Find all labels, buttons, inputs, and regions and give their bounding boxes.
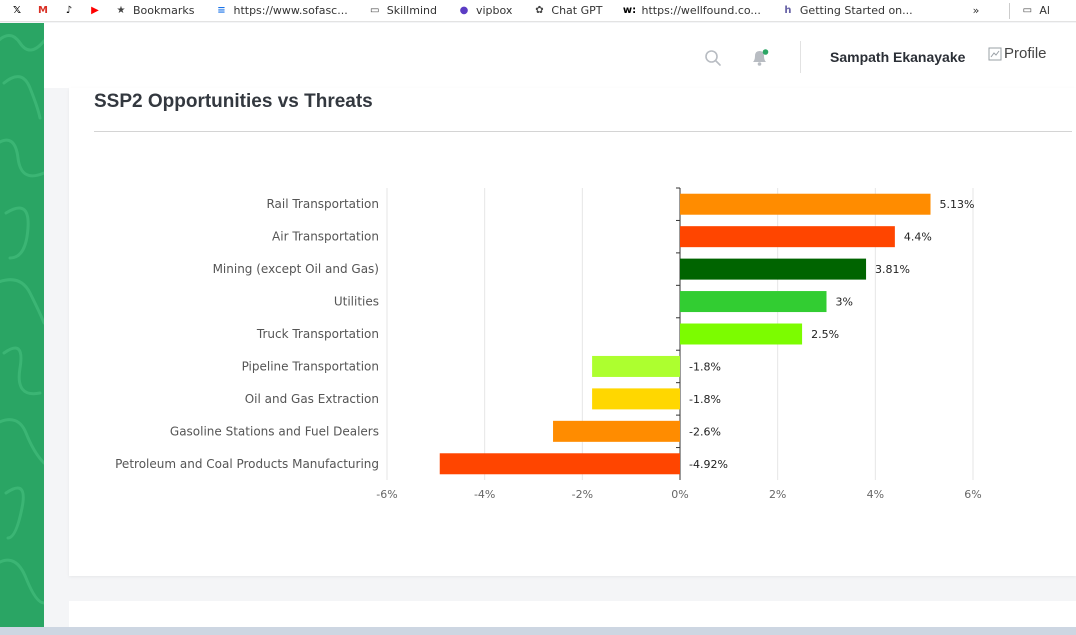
notification-bell-icon[interactable] bbox=[750, 48, 772, 72]
x-tick-label: 2% bbox=[769, 488, 786, 501]
x-tick-label: -6% bbox=[376, 488, 397, 501]
bookmark-label: Chat GPT bbox=[551, 4, 603, 17]
search-icon[interactable] bbox=[704, 49, 722, 71]
heroku-icon: h bbox=[784, 5, 792, 16]
top-header: Sampath Ekanayake Profile bbox=[44, 23, 1076, 88]
bar bbox=[553, 420, 680, 442]
bookmark-item[interactable]: ♪ bbox=[62, 4, 76, 18]
bar bbox=[680, 193, 931, 215]
bar bbox=[680, 226, 895, 248]
bookmark-item[interactable]: ★ Bookmarks bbox=[114, 4, 195, 18]
category-label: Gasoline Stations and Fuel Dealers bbox=[170, 424, 379, 438]
chart-card: SSP2 Opportunities vs Threats -6% -4% -2% 0… bbox=[69, 88, 1076, 576]
bar bbox=[680, 291, 827, 313]
bookmark-item[interactable]: ▶ bbox=[88, 4, 102, 18]
bookmarks-bar: 𝕏 M ♪ ▶ ★ Bookmarks ≡ https://www.sofasc... ▭ Ski… bbox=[0, 0, 1076, 22]
x-tick-label: -4% bbox=[474, 488, 495, 501]
bookmarks-overflow-button[interactable]: » bbox=[973, 4, 980, 17]
youtube-icon: ▶ bbox=[91, 5, 99, 16]
openai-icon: ✿ bbox=[535, 5, 544, 16]
bookmark-item[interactable]: M bbox=[36, 4, 50, 18]
data-label: -1.8% bbox=[689, 393, 721, 406]
star-icon: ★ bbox=[116, 5, 126, 16]
sidebar-pattern bbox=[0, 34, 44, 605]
data-label: 5.13% bbox=[940, 198, 975, 211]
category-label: Truck Transportation bbox=[256, 327, 379, 341]
folder-icon: ▭ bbox=[369, 5, 380, 16]
bar bbox=[592, 388, 680, 410]
category-label: Air Transportation bbox=[272, 230, 379, 244]
opportunities-threats-chart: -6% -4% -2% 0% 2% 4% 6% Rail Transportation 5.13… bbox=[115, 187, 982, 501]
category-label: Mining (except Oil and Gas) bbox=[213, 262, 379, 276]
broken-image-icon bbox=[988, 47, 1002, 60]
bookmark-label: Getting Started on... bbox=[799, 4, 913, 17]
x-tick-label: 6% bbox=[964, 488, 981, 501]
category-label: Utilities bbox=[334, 295, 379, 309]
profile-image[interactable]: Profile bbox=[988, 45, 1047, 62]
tiktok-icon: ♪ bbox=[65, 5, 73, 16]
bookmark-item[interactable]: ▭ Skillmind bbox=[368, 4, 437, 18]
category-label: Rail Transportation bbox=[266, 197, 379, 211]
category-label: Petroleum and Coal Products Manufacturin… bbox=[115, 457, 379, 471]
bookmark-item[interactable]: 𝕏 bbox=[10, 4, 24, 18]
user-name[interactable]: Sampath Ekanayake bbox=[830, 49, 965, 65]
x-logo-icon: 𝕏 bbox=[12, 5, 22, 16]
x-tick-label: 4% bbox=[867, 488, 884, 501]
bookmark-item[interactable]: ● vipbox bbox=[457, 4, 513, 18]
site-icon: ≡ bbox=[217, 5, 226, 16]
bookmark-label: Bookmarks bbox=[133, 4, 195, 17]
bookmark-label: Skillmind bbox=[386, 4, 437, 17]
bookmark-item[interactable]: ✿ Chat GPT bbox=[532, 4, 602, 18]
bookmark-label: https://wellfound.co... bbox=[641, 4, 761, 17]
header-divider bbox=[800, 41, 801, 73]
data-label: 3.81% bbox=[875, 263, 910, 276]
profile-alt-text: Profile bbox=[1004, 45, 1047, 62]
sidebar bbox=[0, 23, 44, 627]
bar bbox=[439, 453, 680, 475]
bar bbox=[680, 258, 867, 280]
data-label: -2.6% bbox=[689, 425, 721, 438]
category-label: Pipeline Transportation bbox=[242, 359, 379, 373]
data-label: 3% bbox=[836, 296, 853, 309]
bar bbox=[592, 355, 680, 377]
bookmarks-separator bbox=[1009, 2, 1011, 19]
bookmark-item[interactable]: h Getting Started on... bbox=[781, 4, 913, 18]
data-label: -4.92% bbox=[689, 458, 728, 471]
folder-icon: ▭ bbox=[1022, 5, 1033, 16]
all-bookmarks-folder[interactable]: ▭ Al bbox=[1020, 4, 1050, 18]
data-label: 4.4% bbox=[904, 231, 932, 244]
bar bbox=[680, 323, 803, 345]
bookmark-label: Al bbox=[1039, 4, 1050, 17]
x-tick-label: -2% bbox=[572, 488, 593, 501]
x-tick-label: 0% bbox=[671, 488, 688, 501]
vipbox-icon: ● bbox=[459, 5, 469, 16]
wellfound-icon: w: bbox=[622, 5, 637, 16]
bookmark-label: vipbox bbox=[475, 4, 513, 17]
data-label: -1.8% bbox=[689, 360, 721, 373]
gmail-icon: M bbox=[38, 5, 48, 16]
bookmark-item[interactable]: ≡ https://www.sofasc... bbox=[214, 4, 347, 18]
bookmark-label: https://www.sofasc... bbox=[233, 4, 348, 17]
bookmark-item[interactable]: w: https://wellfound.co... bbox=[623, 4, 761, 18]
category-label: Oil and Gas Extraction bbox=[245, 392, 379, 406]
taskbar bbox=[0, 627, 1076, 635]
notification-dot bbox=[762, 49, 769, 55]
data-label: 2.5% bbox=[811, 328, 839, 341]
